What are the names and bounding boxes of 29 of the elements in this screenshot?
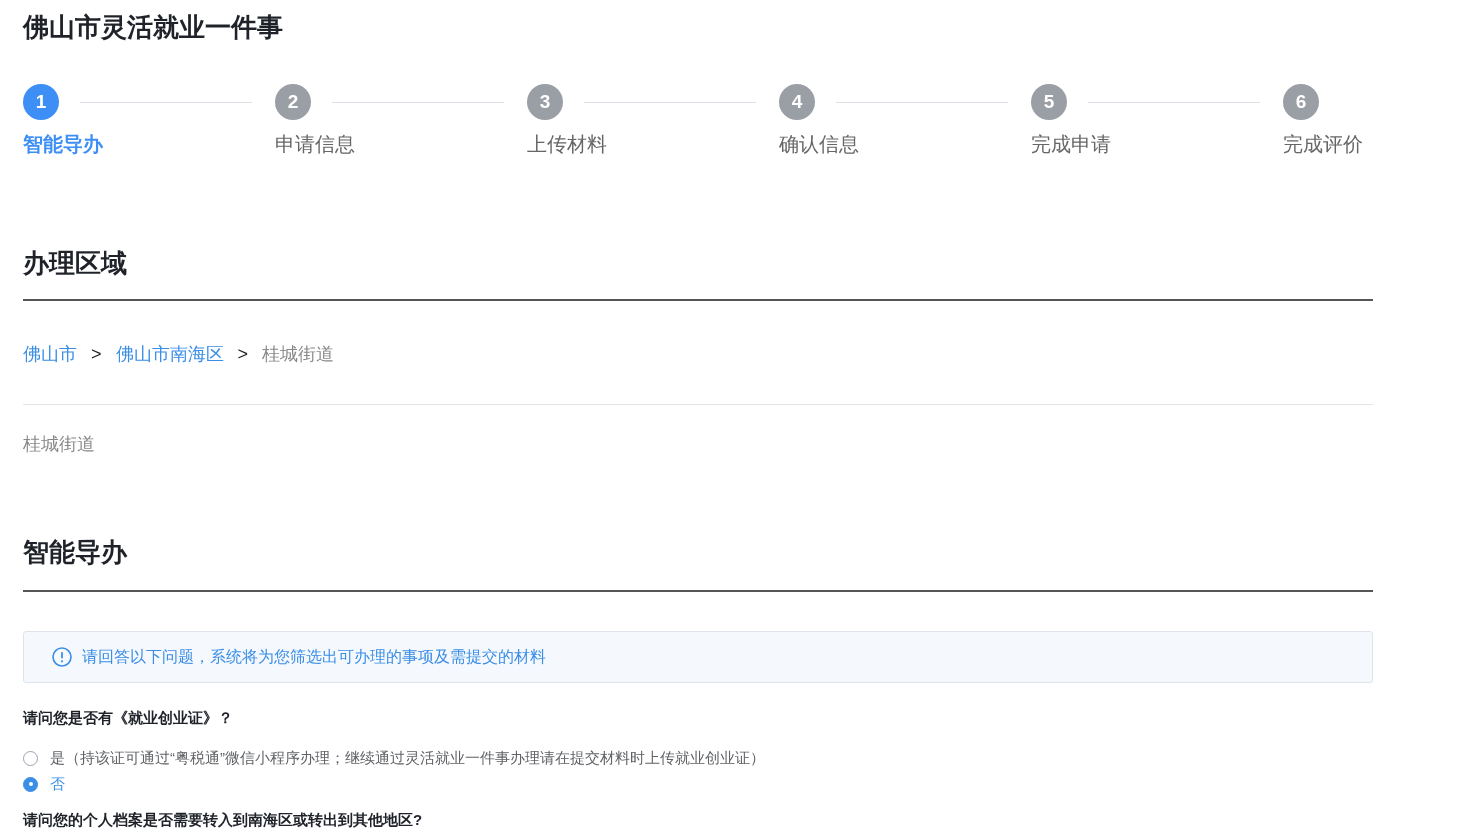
step-label: 上传材料	[527, 132, 608, 157]
radio-option[interactable]: 是（持该证可通过“粤税通”微信小程序办理；继续通过灵活就业一件事办理请在提交材料时上传就业创业证）	[23, 745, 765, 771]
breadcrumb-link[interactable]: 佛山市	[23, 342, 77, 366]
section-heading: 智能导办	[23, 536, 128, 569]
step-number: 1	[23, 84, 59, 120]
section-heading: 办理区域	[23, 247, 128, 280]
breadcrumb-separator: >	[91, 343, 102, 366]
step-number: 4	[779, 84, 815, 120]
info-icon	[52, 647, 72, 667]
page-title: 佛山市灵活就业一件事	[23, 11, 284, 43]
step-number: 2	[275, 84, 311, 120]
step-number: 6	[1283, 84, 1319, 120]
step-label: 完成评价	[1283, 132, 1364, 157]
step-number: 3	[527, 84, 563, 120]
breadcrumb-separator: >	[237, 343, 249, 366]
breadcrumb-link[interactable]: 佛山市南海区	[115, 342, 224, 366]
step-label: 智能导办	[23, 132, 104, 157]
step-label: 确认信息	[779, 132, 860, 157]
step-label: 完成申请	[1031, 132, 1112, 157]
radio-option[interactable]: 否	[23, 771, 65, 797]
selected-region-text: 桂城街道	[23, 433, 96, 456]
step-label: 申请信息	[275, 132, 356, 157]
question-text: 请问您是否有《就业创业证》？	[23, 708, 234, 728]
radio-icon[interactable]	[23, 750, 38, 766]
step-number: 5	[1031, 84, 1067, 120]
radio-icon[interactable]	[23, 776, 38, 792]
notice-text: 请回答以下问题，系统将为您筛选出可办理的事项及需提交的材料	[82, 647, 546, 667]
question-text: 请问您的个人档案是否需要转入到南海区或转出到其他地区?	[23, 810, 424, 830]
breadcrumb-current: 桂城街道	[262, 343, 335, 366]
